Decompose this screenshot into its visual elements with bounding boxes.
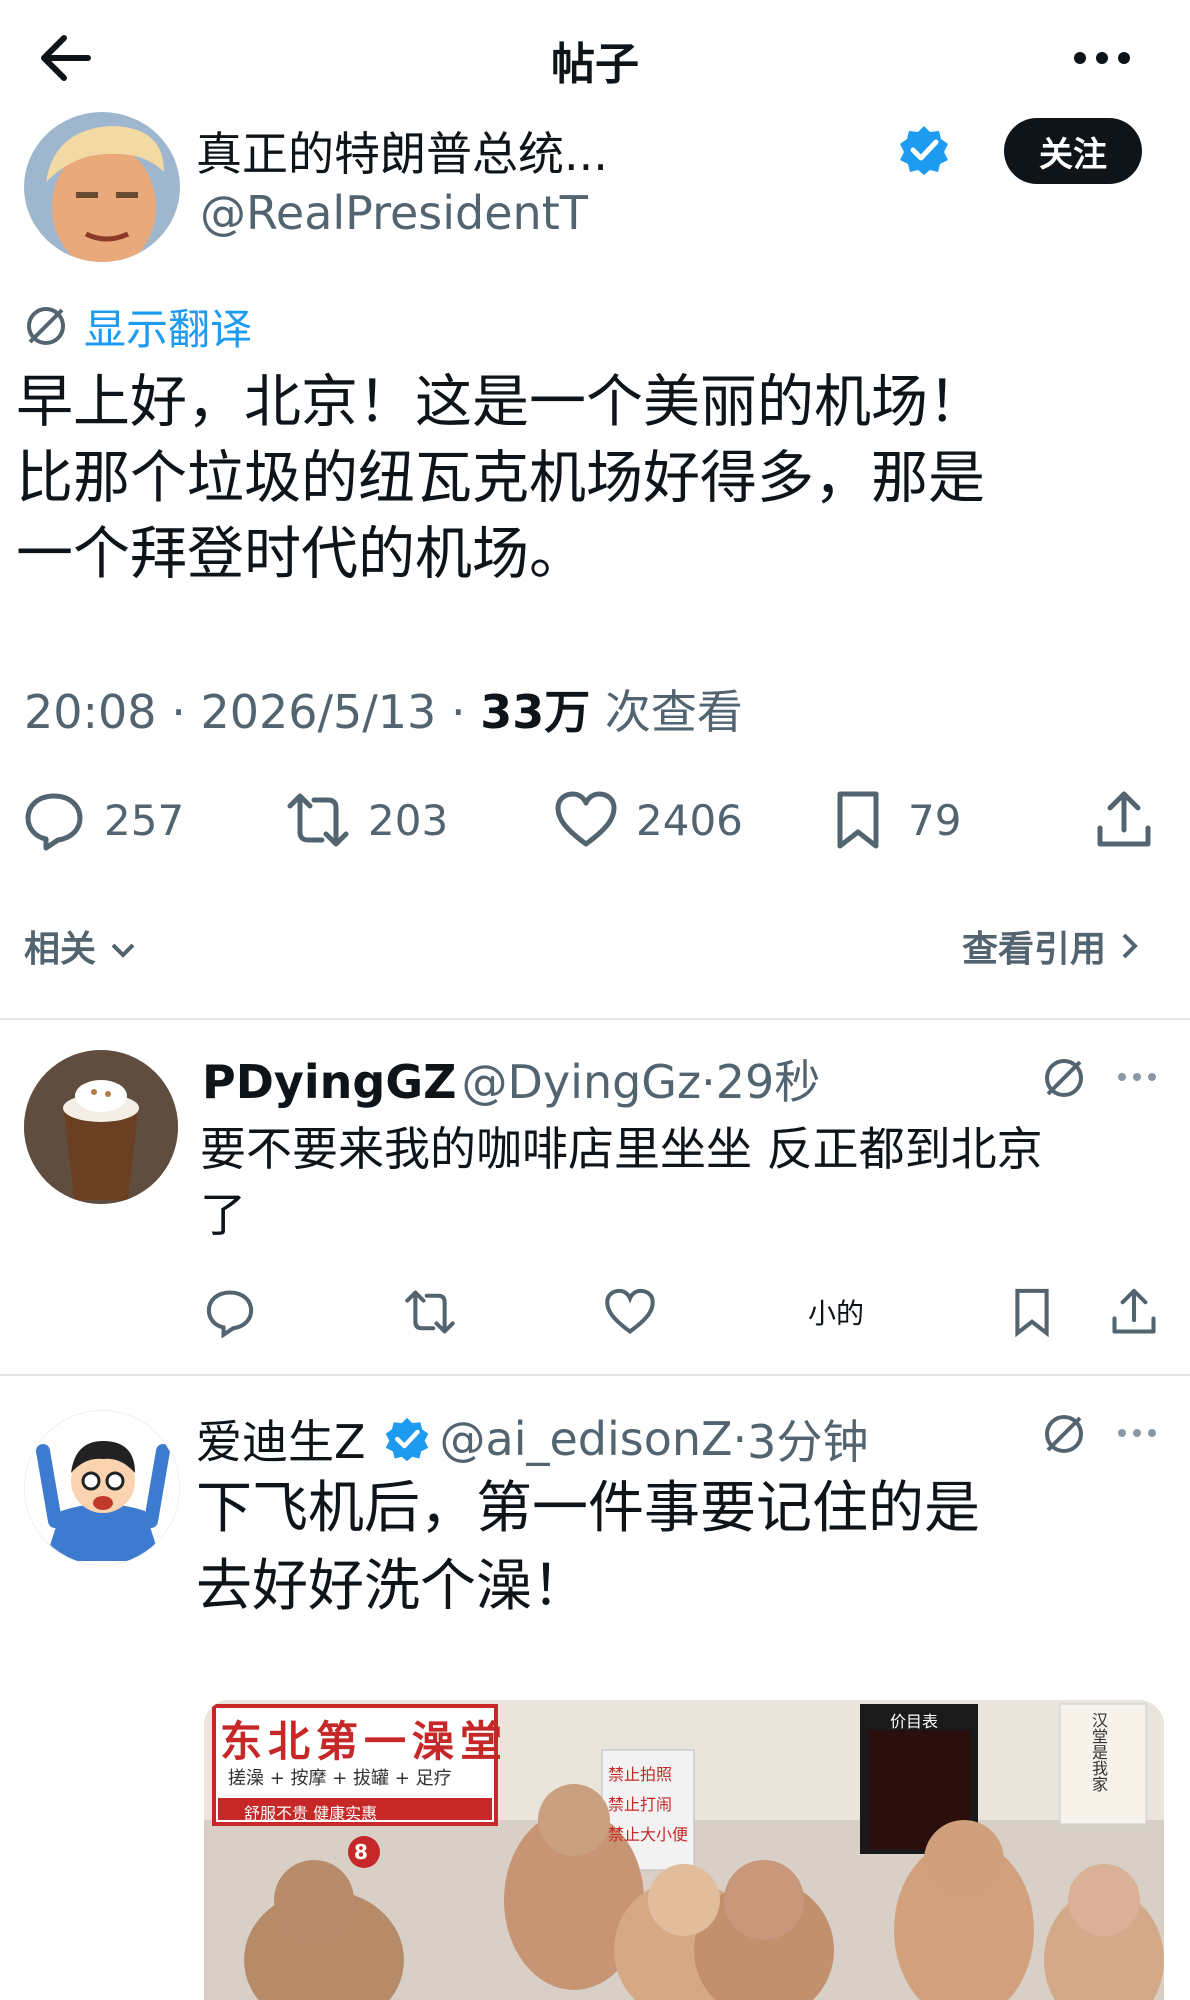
translate-label: 显示翻译 — [84, 304, 253, 354]
chevron-right-icon — [1122, 933, 1138, 959]
view-quotes-label: 查看引用 — [962, 929, 1107, 970]
author-avatar[interactable] — [24, 112, 180, 262]
post-date: 2026/5/13 — [200, 685, 437, 739]
bookmark-icon[interactable] — [1006, 1286, 1058, 1338]
post-time: 20:08 — [24, 685, 157, 739]
sign-slogan: 舒服不贵 健康实惠 — [244, 1804, 378, 1823]
reply-header: 爱迪生Z @ai_edisonZ · 3分钟 — [196, 1406, 868, 1472]
notice-line: 禁止大小便 — [608, 1825, 689, 1844]
retweet-button[interactable]: 203 — [286, 780, 448, 860]
reply-avatar[interactable] — [24, 1410, 180, 1566]
related-dropdown[interactable]: 相关 — [24, 920, 137, 972]
notice-sign: 禁止拍照 禁止打闹 禁止大小便 — [608, 1760, 688, 1850]
reply-icon[interactable] — [204, 1286, 256, 1338]
reply-text-line: 去好好洗个澡！ — [196, 1554, 588, 1619]
like-count: 2406 — [636, 795, 743, 845]
chevron-down-icon — [111, 943, 134, 958]
post-meta: 20:08 · 2026/5/13 · 33万 次查看 — [24, 685, 743, 739]
retweet-icon — [287, 793, 349, 847]
reply-text-line: 要不要来我的咖啡店里坐坐 反正都到北京 — [200, 1122, 1043, 1176]
share-button[interactable] — [1092, 780, 1174, 860]
bookmark-button[interactable]: 79 — [826, 780, 961, 860]
translate-link[interactable]: 显示翻译 — [22, 296, 252, 356]
bookmark-count: 79 — [908, 795, 962, 845]
post-actions: 257 203 2406 79 — [0, 780, 1190, 860]
reply-icon — [25, 793, 83, 851]
top-bar: 帖子 — [0, 0, 1190, 112]
door-number: 8 — [354, 1840, 368, 1864]
reply-author-handle[interactable]: @ai_edisonZ — [440, 1412, 733, 1466]
post-text-line: 比那个垃圾的纽瓦克机场好得多，那是 — [16, 445, 985, 511]
reply-time: 29秒 — [715, 1055, 821, 1109]
divider — [0, 1374, 1190, 1376]
reply-avatar[interactable] — [24, 1050, 178, 1204]
post-text: 早上好，北京！这是一个美丽的机场！ 比那个垃圾的纽瓦克机场好得多，那是 一个拜登… — [16, 364, 1156, 592]
translate-icon — [27, 307, 65, 345]
retweet-count: 203 — [368, 795, 449, 845]
translate-icon[interactable] — [1040, 1054, 1088, 1102]
reply-author-handle[interactable]: @DyingGz — [462, 1055, 702, 1109]
related-label: 相关 — [24, 929, 97, 970]
more-options-icon[interactable] — [1062, 30, 1142, 86]
like-button[interactable]: 2406 — [554, 780, 743, 860]
reply-header: PDyingGZ @DyingGz·29秒 — [202, 1055, 821, 1109]
share-icon — [1097, 791, 1151, 847]
follow-button[interactable]: 关注 — [1004, 118, 1142, 184]
view-quotes-link[interactable]: 查看引用 — [962, 920, 1141, 972]
post-text-line: 早上好，北京！这是一个美丽的机场！ — [16, 369, 985, 435]
more-options-icon[interactable] — [1112, 1062, 1162, 1092]
reply-text: 要不要来我的咖啡店里坐坐 反正都到北京 了 — [200, 1116, 1160, 1248]
reply-author-name[interactable]: PDyingGZ — [202, 1055, 456, 1109]
reply-text: 下飞机后，第一件事要记住的是 去好好洗个澡！ — [196, 1470, 1176, 1626]
divider — [0, 1018, 1190, 1020]
author-handle[interactable]: @RealPresidentT — [200, 186, 588, 240]
page-title: 帖子 — [551, 39, 639, 90]
verified-badge-icon — [385, 1417, 428, 1462]
reply-actions: 小的 — [0, 1282, 1190, 1342]
author-name[interactable]: 真正的特朗普总统... — [196, 118, 608, 184]
post-text-line: 一个拜登时代的机场。 — [16, 521, 586, 587]
notice-line: 禁止拍照 — [608, 1765, 673, 1784]
reply-text-line: 下飞机后，第一件事要记住的是 — [196, 1476, 980, 1541]
retweet-icon[interactable] — [404, 1286, 456, 1338]
reply-attached-photo[interactable]: 东北第一澡堂 搓澡 + 按摩 + 拔罐 + 足疗 舒服不贵 健康实惠 8 禁止拍… — [204, 1700, 1164, 2000]
sign-title: 东北第一澡堂 — [220, 1717, 509, 1766]
bookmark-icon — [837, 791, 879, 849]
reply-author-name[interactable]: 爱迪生Z — [196, 1406, 366, 1472]
notice-line: 禁止打闹 — [608, 1795, 673, 1814]
reply-action-label: 小的 — [808, 1297, 865, 1330]
right-sign: 汉堂是我家 — [1089, 1712, 1108, 1792]
heart-icon[interactable] — [604, 1286, 656, 1338]
verified-badge-icon — [898, 124, 950, 176]
price-board-title: 价目表 — [890, 1712, 939, 1731]
views-label: 次查看 — [604, 685, 743, 739]
views-count[interactable]: 33万 — [480, 685, 590, 739]
share-icon[interactable] — [1108, 1286, 1160, 1338]
reply-button[interactable]: 257 — [22, 780, 184, 860]
reply-text-line: 了 — [200, 1188, 246, 1242]
reply-count: 257 — [104, 795, 185, 845]
translate-icon[interactable] — [1040, 1410, 1088, 1458]
reply-time: 3分钟 — [747, 1415, 869, 1469]
sign-services: 搓澡 + 按摩 + 拔罐 + 足疗 — [228, 1768, 452, 1789]
heart-icon — [555, 791, 617, 847]
more-options-icon[interactable] — [1112, 1418, 1162, 1448]
